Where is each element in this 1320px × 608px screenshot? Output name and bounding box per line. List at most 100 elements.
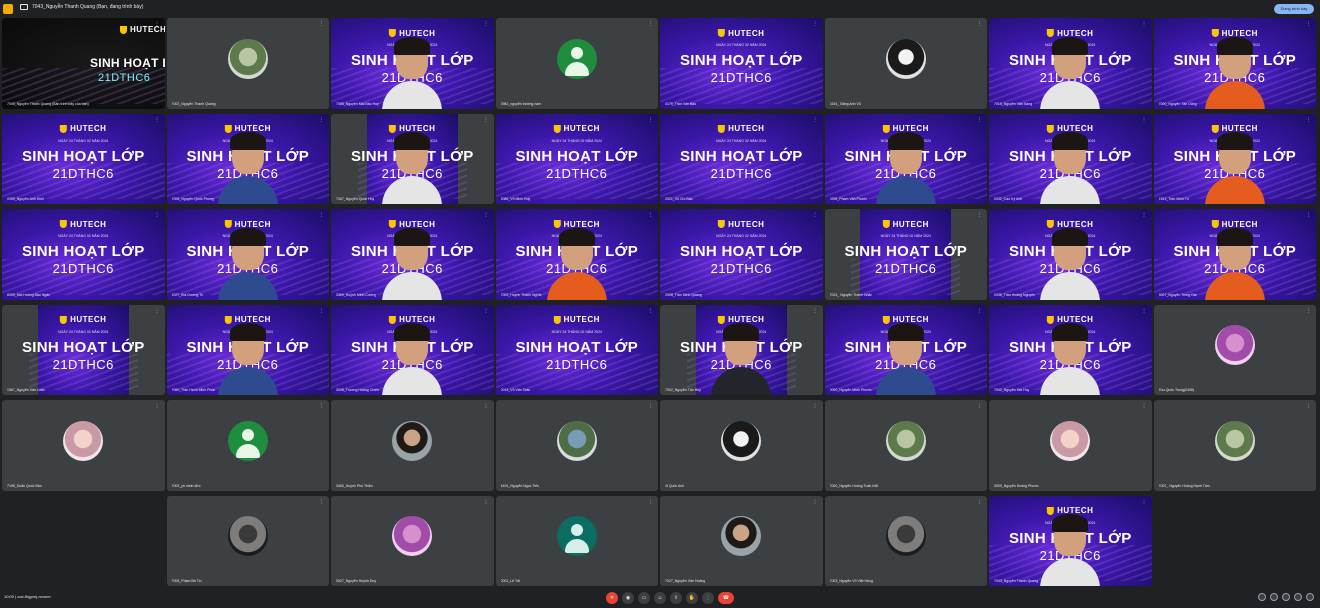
host-controls-icon[interactable]	[1306, 593, 1314, 601]
tile-more-icon[interactable]: ⋮	[813, 22, 818, 27]
participant-tile[interactable]: HUTECHNGÀY 24 THÁNG 02 NĂM 2024SINH HOẠT…	[166, 304, 329, 395]
tile-more-icon[interactable]: ⋮	[155, 117, 160, 123]
participant-tile[interactable]: HUTECHNGÀY 24 THÁNG 02 NĂM 2024SINH HOẠT…	[660, 18, 823, 109]
tile-more-icon[interactable]: ⋮	[484, 308, 489, 314]
participant-tile[interactable]: ⋮ 0001_Lê Tài	[495, 495, 658, 586]
tile-more-icon[interactable]: ⋮	[319, 404, 324, 409]
people-icon[interactable]	[1270, 593, 1278, 601]
tile-more-icon[interactable]: ⋮	[155, 22, 160, 27]
participant-tile[interactable]: ⋮ 7198_Doãn Quốc Bảo	[2, 400, 165, 491]
participant-tile[interactable]: ⋮ 7002_ Nguyễn Hoàng Hạnh Tâm	[1153, 400, 1316, 491]
emoji-button[interactable]: ☺	[654, 592, 666, 604]
tile-more-icon[interactable]: ⋮	[1306, 213, 1311, 218]
tile-more-icon[interactable]: ⋮	[977, 404, 982, 409]
tile-more-icon[interactable]: ⋮	[155, 308, 160, 314]
tile-more-icon[interactable]: ⋮	[1142, 213, 1147, 218]
participant-tile[interactable]: ⋮ 7027_Nguyễn Văn Hoàng	[660, 495, 823, 586]
participant-tile[interactable]: HUTECHNGÀY 24 THÁNG 02 NĂM 2024SINH HOẠT…	[989, 304, 1152, 395]
participant-tile[interactable]: HUTECHNGÀY 24 THÁNG 02 NĂM 2024SINH HOẠT…	[331, 304, 494, 395]
participant-tile[interactable]: ⋮ 3009_Nguyễn Hoàng Phước	[989, 400, 1152, 491]
participant-tile[interactable]: HUTECHNGÀY 24 THÁNG 02 NĂM 2024SINH HOẠT…	[495, 304, 658, 395]
tile-more-icon[interactable]: ⋮	[1306, 404, 1311, 409]
participant-tile[interactable]: HUTECHNGÀY 24 THÁNG 02 NĂM 2024SINH HOẠT…	[660, 304, 823, 395]
tile-more-icon[interactable]: ⋮	[977, 22, 982, 27]
participant-tile[interactable]: HUTECHNGÀY 24 THÁNG 02 NĂM 2024SINH HOẠT…	[166, 113, 329, 204]
participant-tile[interactable]: ⋮ 7000_Nguyễn Hoàng Tuấn Kiệt	[824, 400, 987, 491]
present-button[interactable]: ⇧	[670, 592, 682, 604]
activities-icon[interactable]	[1294, 593, 1302, 601]
participant-tile[interactable]: HUTECHNGÀY 24 THÁNG 02 NĂM 2024SINH HOẠT…	[495, 209, 658, 300]
tile-more-icon[interactable]: ⋮	[155, 404, 160, 409]
participant-tile[interactable]: HUTECHNGÀY 24 THÁNG 02 NĂM 2024SINH HOẠT…	[2, 113, 165, 204]
participant-tile[interactable]: HUTECHNGÀY 24 THÁNG 02 NĂM 2024SINH HOẠT…	[331, 209, 494, 300]
participant-tile[interactable]: HUTECHNGÀY 24 THÁNG 02 NĂM 2024SINH HOẠT…	[1153, 18, 1316, 109]
tile-more-icon[interactable]: ⋮	[648, 213, 653, 218]
tile-more-icon[interactable]: ⋮	[813, 213, 818, 218]
participant-tile[interactable]: ⋮ 2982_nguyễn trường nam	[495, 18, 658, 109]
participant-tile[interactable]: HUTECHNGÀY 24 THÁNG 02 NĂM 2024SINH HOẠT…	[989, 495, 1152, 586]
tile-more-icon[interactable]: ⋮	[1142, 308, 1147, 314]
participant-tile[interactable]: HUTECHNGÀY 24 THÁNG 02 NĂM 2024SINH HOẠT…	[495, 113, 658, 204]
tile-more-icon[interactable]: ⋮	[319, 117, 324, 123]
tile-more-icon[interactable]: ⋮	[648, 404, 653, 409]
participant-tile[interactable]: HUTECHNGÀY 24 THÁNG 02 NĂM 2024SINH HOẠT…	[166, 209, 329, 300]
camera-button[interactable]: ◉	[622, 592, 634, 604]
raise-hand-button[interactable]: ✋	[686, 592, 698, 604]
participant-tile[interactable]: ⋮ 3450_Huỳnh Phú Thiện	[331, 400, 494, 491]
participant-tile[interactable]: HUTECHNGÀY 24 THÁNG 02 NĂM 2024SINH HOẠT…	[2, 304, 165, 395]
tile-more-icon[interactable]: ⋮	[484, 22, 489, 27]
participant-tile[interactable]: HUTECHNGÀY 24 THÁNG 02 NĂM 2024SINH HOẠT…	[824, 113, 987, 204]
participant-tile[interactable]: ⋮ 7003_yh minh đức	[166, 400, 329, 491]
tile-more-icon[interactable]: ⋮	[977, 499, 982, 505]
tile-more-icon[interactable]: ⋮	[319, 308, 324, 314]
tile-more-icon[interactable]: ⋮	[484, 117, 489, 123]
stop-presenting-button[interactable]: Dừng trình bày	[1274, 4, 1314, 14]
participant-tile[interactable]: ⋮ Zhu-Quốc Trung(0408)	[1153, 304, 1316, 395]
participant-tile[interactable]: HUTECHNGÀY 24 THÁNG 02 NĂM 2024SINH HOẠT…	[824, 304, 987, 395]
tile-more-icon[interactable]: ⋮	[1142, 22, 1147, 27]
tile-more-icon[interactable]: ⋮	[155, 213, 160, 218]
participant-tile[interactable]: HUTECHNGÀY 24 THÁNG 02 NĂM 2024SINH HOẠT…	[1153, 209, 1316, 300]
tile-more-icon[interactable]: ⋮	[319, 22, 324, 27]
tile-more-icon[interactable]: ⋮	[813, 499, 818, 505]
participant-tile[interactable]: HUTECHNGÀY 24 THÁNG 02 NĂM 2024SINH HOẠT…	[331, 18, 494, 109]
tile-more-icon[interactable]: ⋮	[1142, 499, 1147, 505]
participant-tile[interactable]: HUTECHSINH HOẠT LỚP21DTHC6⋮7043_Nguyễn T…	[2, 18, 165, 109]
tile-more-icon[interactable]: ⋮	[484, 499, 489, 505]
participant-tile[interactable]: HUTECHNGÀY 24 THÁNG 02 NĂM 2024SINH HOẠT…	[824, 209, 987, 300]
tile-more-icon[interactable]: ⋮	[1142, 404, 1147, 409]
tile-more-icon[interactable]: ⋮	[648, 308, 653, 314]
participant-tile[interactable]: HUTECHNGÀY 24 THÁNG 02 NĂM 2024SINH HOẠT…	[989, 209, 1152, 300]
tile-more-icon[interactable]: ⋮	[977, 213, 982, 218]
participant-tile[interactable]: ⋮ 0244_ Đặng Anh Vũ	[824, 18, 987, 109]
tile-more-icon[interactable]: ⋮	[813, 308, 818, 314]
participant-tile[interactable]: ⋮ 3027_Nguyễn Huỳnh Duy	[331, 495, 494, 586]
tile-more-icon[interactable]: ⋮	[1306, 308, 1311, 314]
captions-button[interactable]: ▭	[638, 592, 650, 604]
tile-more-icon[interactable]: ⋮	[977, 308, 982, 314]
more-options-button[interactable]: ⋮	[702, 592, 714, 604]
participant-tile[interactable]: ⋮ 7003_Nguyễn Võ Việt Hùng	[824, 495, 987, 586]
chat-icon[interactable]	[1282, 593, 1290, 601]
tile-more-icon[interactable]: ⋮	[484, 404, 489, 409]
tile-more-icon[interactable]: ⋮	[1142, 117, 1147, 123]
tile-more-icon[interactable]: ⋮	[484, 213, 489, 218]
tile-more-icon[interactable]: ⋮	[648, 22, 653, 27]
mic-off-button[interactable]: ✕	[606, 592, 618, 604]
leave-call-button[interactable]: ☎	[718, 592, 734, 604]
tile-more-icon[interactable]: ⋮	[648, 499, 653, 505]
tile-more-icon[interactable]: ⋮	[1306, 22, 1311, 27]
participant-tile[interactable]: HUTECHNGÀY 24 THÁNG 02 NĂM 2024SINH HOẠT…	[989, 113, 1152, 204]
participant-tile[interactable]: ⋮ 4I Quốc Anh	[660, 400, 823, 491]
participant-tile[interactable]: HUTECHNGÀY 24 THÁNG 02 NĂM 2024SINH HOẠT…	[2, 209, 165, 300]
participant-tile[interactable]: HUTECHNGÀY 24 THÁNG 02 NĂM 2024SINH HOẠT…	[1153, 113, 1316, 204]
participant-tile[interactable]: HUTECHNGÀY 24 THÁNG 02 NĂM 2024SINH HOẠT…	[660, 209, 823, 300]
participant-tile[interactable]: HUTECHNGÀY 24 THÁNG 02 NĂM 2024SINH HOẠT…	[660, 113, 823, 204]
tile-more-icon[interactable]: ⋮	[1306, 117, 1311, 123]
info-icon[interactable]	[1258, 593, 1266, 601]
tile-more-icon[interactable]: ⋮	[813, 117, 818, 123]
participant-tile[interactable]: HUTECHNGÀY 24 THÁNG 02 NĂM 2024SINH HOẠT…	[989, 18, 1152, 109]
participant-tile[interactable]: ⋮ 7002_Nguyễn Thanh Quang	[166, 18, 329, 109]
tile-more-icon[interactable]: ⋮	[813, 404, 818, 409]
tile-more-icon[interactable]: ⋮	[648, 117, 653, 123]
